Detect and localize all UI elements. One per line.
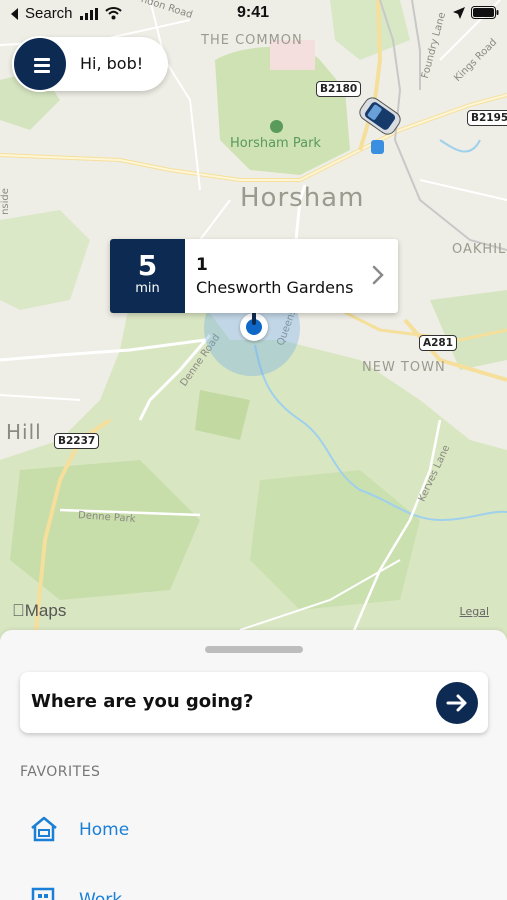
place-hill: Hill	[6, 420, 42, 444]
menu-icon	[34, 58, 50, 61]
road-shield-b2237: B2237	[54, 433, 100, 449]
home-icon	[31, 816, 57, 842]
destination-search-placeholder: Where are you going?	[31, 691, 254, 712]
apple-icon: 	[12, 601, 25, 620]
road-shield-a281: A281	[419, 335, 458, 351]
address-number: 1	[196, 255, 208, 275]
back-chevron-icon[interactable]	[10, 8, 19, 20]
eta-box: 5 min	[110, 239, 185, 313]
signal-icon	[80, 8, 98, 20]
favorite-work[interactable]: Work	[30, 886, 470, 900]
favorite-home[interactable]: Home	[30, 816, 470, 846]
sheet-handle[interactable]	[205, 646, 303, 653]
place-new-town: NEW TOWN	[362, 360, 446, 375]
battery-icon	[471, 6, 499, 19]
wifi-icon	[105, 7, 122, 20]
bottom-sheet: Where are you going? FAVORITES Home Work	[0, 630, 507, 900]
status-bar: Search 9:41	[0, 0, 507, 28]
legal-link[interactable]: Legal	[460, 605, 489, 618]
arrow-right-icon	[446, 694, 467, 712]
place-oakhill: OAKHIL	[452, 242, 507, 257]
go-button[interactable]	[436, 682, 478, 724]
train-station-icon	[371, 140, 384, 154]
status-time: 9:41	[237, 4, 270, 21]
place-horsham-park: Horsham Park	[230, 136, 321, 151]
status-back-label[interactable]: Search	[25, 5, 73, 22]
park-marker-icon	[270, 120, 283, 133]
place-horsham: Horsham	[240, 183, 365, 213]
favorite-work-label: Work	[79, 890, 123, 900]
address-street: Chesworth Gardens	[196, 278, 354, 297]
car-icon	[359, 97, 401, 135]
eta-minutes: 5	[137, 249, 158, 282]
menu-icon-bar	[34, 64, 50, 67]
maps-logo: Maps	[12, 601, 66, 621]
chevron-right-icon	[372, 265, 384, 285]
place-the-common: THE COMMON	[201, 33, 303, 48]
map-view[interactable]: THE COMMON Horsham Park Horsham OAKHIL N…	[0, 0, 507, 640]
road-shield-b2195: B2195	[467, 110, 507, 126]
favorites-header: FAVORITES	[20, 764, 101, 780]
destination-search-field[interactable]: Where are you going?	[20, 672, 488, 733]
work-icon	[31, 887, 55, 900]
greeting-pill: Hi, bob!	[12, 36, 168, 92]
user-location-icon	[240, 311, 268, 341]
maps-logo-text: Maps	[12, 601, 67, 620]
location-arrow-icon	[453, 7, 465, 19]
eta-unit: min	[135, 281, 160, 296]
eta-card[interactable]: 5 min 1 Chesworth Gardens	[110, 239, 398, 313]
menu-icon-bar	[34, 70, 50, 73]
favorite-home-label: Home	[79, 820, 130, 840]
menu-button[interactable]	[12, 36, 68, 92]
road-side-road: nside	[0, 188, 11, 215]
greeting-text: Hi, bob!	[80, 54, 144, 73]
